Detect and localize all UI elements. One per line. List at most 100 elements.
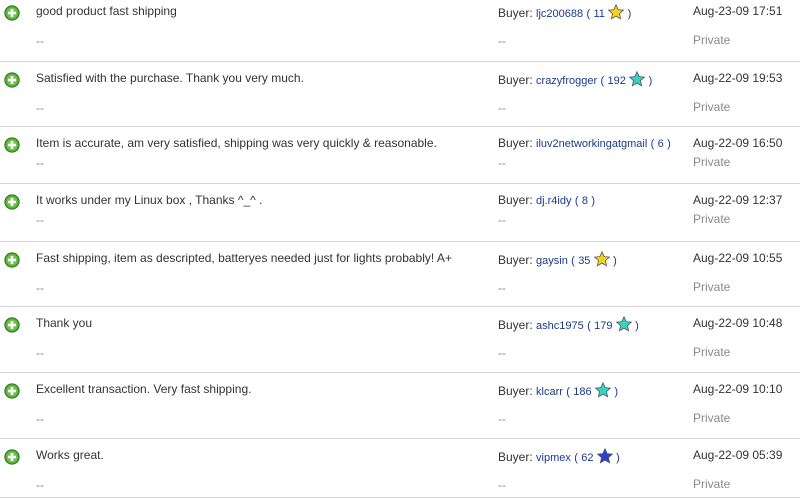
buyer-link[interactable]: ashc1975 <box>536 320 584 332</box>
buyer-prefix: Buyer: <box>498 318 533 332</box>
feedback-comment: Fast shipping, item as descripted, batte… <box>36 251 452 265</box>
feedback-score[interactable]: 8 <box>582 195 588 207</box>
seller-reply: -- <box>36 346 44 360</box>
feedback-row: Item is accurate, am very satisfied, shi… <box>0 127 800 184</box>
buyer-info: Buyer: iluv2networkingatgmail ( 6 ) <box>498 136 671 150</box>
feedback-date: Aug-22-09 16:50 <box>693 136 783 150</box>
feedback-comment: good product fast shipping <box>36 4 177 18</box>
feedback-row: Excellent transaction. Very fast shippin… <box>0 373 800 439</box>
item-info: -- <box>498 281 506 295</box>
feedback-score-open: ( <box>574 452 578 464</box>
turquoise-star-icon <box>615 316 632 332</box>
feedback-score[interactable]: 192 <box>608 75 626 87</box>
feedback-score[interactable]: 62 <box>581 452 593 464</box>
seller-reply: -- <box>36 213 44 227</box>
feedback-list: good product fast shipping -- Buyer: ljc20… <box>0 0 800 498</box>
seller-reply: -- <box>36 281 44 295</box>
feedback-row: Satisfied with the purchase. Thank you v… <box>0 62 800 127</box>
feedback-date: Aug-22-09 10:48 <box>693 316 783 330</box>
feedback-score-close: ) <box>648 75 653 87</box>
feedback-score-close: ) <box>635 320 639 332</box>
buyer-prefix: Buyer: <box>498 193 533 207</box>
feedback-date: Aug-22-09 05:39 <box>693 448 783 462</box>
feedback-row: Works great. -- Buyer: vipmex ( 62 ) -- Aug-… <box>0 439 800 498</box>
feedback-comment: Works great. <box>36 448 104 462</box>
item-privacy: Private <box>693 477 731 491</box>
yellow-star-icon <box>608 4 625 20</box>
feedback-row: It works under my Linux box , Thanks ^_^… <box>0 184 800 242</box>
item-info: -- <box>498 101 506 115</box>
positive-feedback-icon <box>4 194 20 210</box>
buyer-prefix: Buyer: <box>498 253 533 267</box>
feedback-score[interactable]: 179 <box>594 320 612 332</box>
feedback-row: Thank you -- Buyer: ashc1975 ( 179 ) -- Aug-… <box>0 307 800 373</box>
item-privacy: Private <box>693 100 731 114</box>
positive-feedback-icon <box>4 5 20 21</box>
buyer-info: Buyer: ljc200688 ( 11 ) <box>498 4 631 20</box>
buyer-link[interactable]: crazyfrogger <box>536 75 597 87</box>
buyer-link[interactable]: gaysin <box>536 255 568 267</box>
buyer-link[interactable]: klcarr <box>536 386 563 398</box>
feedback-row: Fast shipping, item as descripted, batte… <box>0 242 800 307</box>
positive-feedback-icon <box>4 72 20 88</box>
feedback-score-open: ( <box>571 255 575 267</box>
feedback-score-close: ) <box>614 386 618 398</box>
feedback-score-close: ) <box>616 452 620 464</box>
buyer-info: Buyer: vipmex ( 62 ) <box>498 448 620 464</box>
seller-reply: -- <box>36 101 44 115</box>
buyer-link[interactable]: iluv2networkingatgmail <box>536 138 647 150</box>
buyer-prefix: Buyer: <box>498 136 533 150</box>
buyer-prefix: Buyer: <box>498 384 533 398</box>
item-privacy: Private <box>693 33 731 47</box>
positive-feedback-icon <box>4 137 20 153</box>
feedback-score-open: ( <box>586 8 591 20</box>
feedback-score-open: ( <box>587 320 591 332</box>
feedback-score-close: ) <box>667 138 671 150</box>
seller-reply: -- <box>36 156 44 170</box>
item-privacy: Private <box>693 411 731 425</box>
seller-reply: -- <box>36 34 44 48</box>
feedback-score[interactable]: 11 <box>593 8 604 20</box>
turquoise-star-icon <box>629 71 646 87</box>
feedback-score[interactable]: 35 <box>578 255 590 267</box>
feedback-score-close: ) <box>613 255 617 267</box>
feedback-score-open: ( <box>566 386 570 398</box>
feedback-score-open: ( <box>574 195 579 207</box>
item-privacy: Private <box>693 212 731 226</box>
feedback-score-close: ) <box>591 195 595 207</box>
item-info: -- <box>498 213 506 227</box>
item-info: -- <box>498 346 506 360</box>
feedback-comment: Excellent transaction. Very fast shippin… <box>36 382 252 396</box>
feedback-comment: It works under my Linux box , Thanks ^_^… <box>36 193 263 207</box>
feedback-comment: Item is accurate, am very satisfied, shi… <box>36 136 437 150</box>
item-privacy: Private <box>693 280 731 294</box>
item-info: -- <box>498 478 506 492</box>
buyer-link[interactable]: dj.r4idy <box>536 195 571 207</box>
item-info: -- <box>498 156 506 170</box>
turquoise-star-icon <box>594 382 611 398</box>
buyer-link[interactable]: vipmex <box>536 452 571 464</box>
buyer-info: Buyer: crazyfrogger ( 192 ) <box>498 71 652 87</box>
buyer-info: Buyer: dj.r4idy ( 8 ) <box>498 193 595 207</box>
positive-feedback-icon <box>4 383 20 399</box>
feedback-row: good product fast shipping -- Buyer: ljc20… <box>0 0 800 62</box>
positive-feedback-icon <box>4 317 20 333</box>
feedback-score-close: ) <box>627 8 632 20</box>
buyer-info: Buyer: gaysin ( 35 ) <box>498 251 617 267</box>
buyer-prefix: Buyer: <box>498 6 533 20</box>
item-privacy: Private <box>693 155 731 169</box>
buyer-prefix: Buyer: <box>498 450 533 464</box>
feedback-score[interactable]: 6 <box>658 138 664 150</box>
seller-reply: -- <box>36 412 44 426</box>
buyer-link[interactable]: ljc200688 <box>536 8 583 20</box>
feedback-date: Aug-22-09 10:55 <box>693 251 783 265</box>
yellow-star-icon <box>593 251 610 267</box>
feedback-score-open: ( <box>600 75 605 87</box>
item-info: -- <box>498 412 506 426</box>
item-privacy: Private <box>693 345 731 359</box>
feedback-score[interactable]: 186 <box>573 386 591 398</box>
buyer-info: Buyer: klcarr ( 186 ) <box>498 382 618 398</box>
positive-feedback-icon <box>4 252 20 268</box>
blue-star-icon <box>596 448 613 464</box>
item-info: -- <box>498 34 506 48</box>
